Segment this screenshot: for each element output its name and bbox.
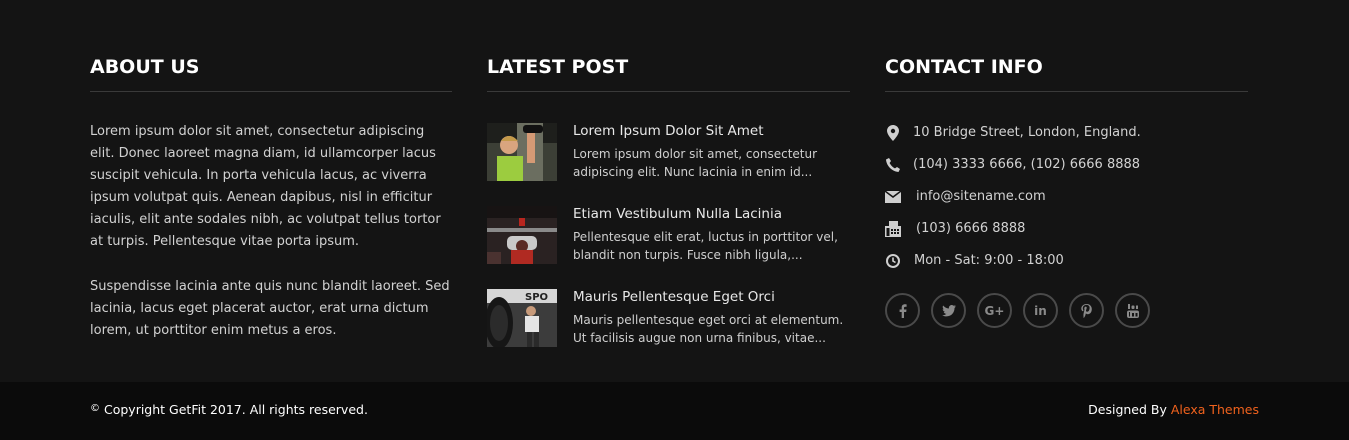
post-item[interactable]: Lorem Ipsum Dolor Sit Amet Lorem ipsum d… xyxy=(487,123,850,183)
contact-title: CONTACT INFO xyxy=(885,56,1043,78)
contact-divider xyxy=(885,91,1248,92)
woman-dumbbell-photo[interactable] xyxy=(487,123,557,181)
map-marker-icon xyxy=(885,125,901,141)
about-divider xyxy=(90,91,452,92)
twitter-icon[interactable] xyxy=(931,293,966,328)
linkedin-glyph: in xyxy=(1034,303,1047,318)
about-paragraph-1: Lorem ipsum dolor sit amet, consectetur … xyxy=(90,124,441,249)
about-title: ABOUT US xyxy=(90,56,200,78)
post-title[interactable]: Mauris Pellentesque Eget Orci xyxy=(573,289,775,305)
phone-icon xyxy=(885,157,901,173)
youtube-icon[interactable] xyxy=(1115,293,1150,328)
contact-fax-text: (103) 6666 8888 xyxy=(916,221,1026,236)
contact-email-text[interactable]: info@sitename.com xyxy=(916,188,1046,206)
contact-address-text: 10 Bridge Street, London, England. xyxy=(913,125,1141,140)
google-plus-icon[interactable]: G+ xyxy=(977,293,1012,328)
contact-email[interactable]: info@sitename.com xyxy=(885,188,1248,208)
post-item[interactable]: Etiam Vestibulum Nulla Lacinia Pellentes… xyxy=(487,206,850,266)
social-links: G+ in xyxy=(885,293,1185,329)
bench-press-photo[interactable] xyxy=(487,206,557,264)
designed-by-label: Designed By xyxy=(1088,402,1171,417)
post-title[interactable]: Lorem Ipsum Dolor Sit Amet xyxy=(573,123,764,139)
clock-icon xyxy=(885,253,901,269)
svg-text:SPO: SPO xyxy=(525,292,548,303)
about-paragraph-2: Suspendisse lacinia ante quis nunc bland… xyxy=(90,279,450,338)
designer-link[interactable]: Alexa Themes xyxy=(1171,402,1259,417)
footer-bottom-bar: © Copyright GetFit 2017. All rights rese… xyxy=(0,382,1349,440)
copyright-symbol: © xyxy=(90,403,100,414)
fax-icon xyxy=(885,221,901,237)
post-excerpt: Lorem ipsum dolor sit amet, consectetur … xyxy=(573,147,818,179)
post-item[interactable]: SPO Mauris Pellentesque Eget Orci Mauris… xyxy=(487,289,850,349)
post-excerpt: Pellentesque elit erat, luctus in portti… xyxy=(573,230,838,262)
contact-hours-text: Mon - Sat: 9:00 - 18:00 xyxy=(914,253,1064,268)
footer-main: ABOUT US Lorem ipsum dolor sit amet, con… xyxy=(0,0,1349,382)
latest-post-divider xyxy=(487,91,850,92)
post-excerpt: Mauris pellentesque eget orci at element… xyxy=(573,313,844,345)
contact-address: 10 Bridge Street, London, England. xyxy=(885,124,1248,144)
copyright: © Copyright GetFit 2017. All rights rese… xyxy=(90,402,368,417)
post-title[interactable]: Etiam Vestibulum Nulla Lacinia xyxy=(573,206,782,222)
pinterest-icon[interactable] xyxy=(1069,293,1104,328)
copyright-text: Copyright GetFit 2017. All rights reserv… xyxy=(103,402,368,417)
tire-training-photo[interactable]: SPO xyxy=(487,289,557,347)
latest-post-title: LATEST POST xyxy=(487,56,629,78)
envelope-icon xyxy=(885,189,901,205)
google-plus-glyph: G+ xyxy=(984,303,1005,318)
contact-phone: (104) 3333 6666, (102) 6666 8888 xyxy=(885,156,1248,176)
contact-phone-text: (104) 3333 6666, (102) 6666 8888 xyxy=(913,157,1141,172)
designed-by: Designed By Alexa Themes xyxy=(1088,402,1259,417)
contact-fax: (103) 6666 8888 xyxy=(885,220,1248,240)
linkedin-icon[interactable]: in xyxy=(1023,293,1058,328)
facebook-icon[interactable] xyxy=(885,293,920,328)
contact-hours: Mon - Sat: 9:00 - 18:00 xyxy=(885,252,1248,272)
